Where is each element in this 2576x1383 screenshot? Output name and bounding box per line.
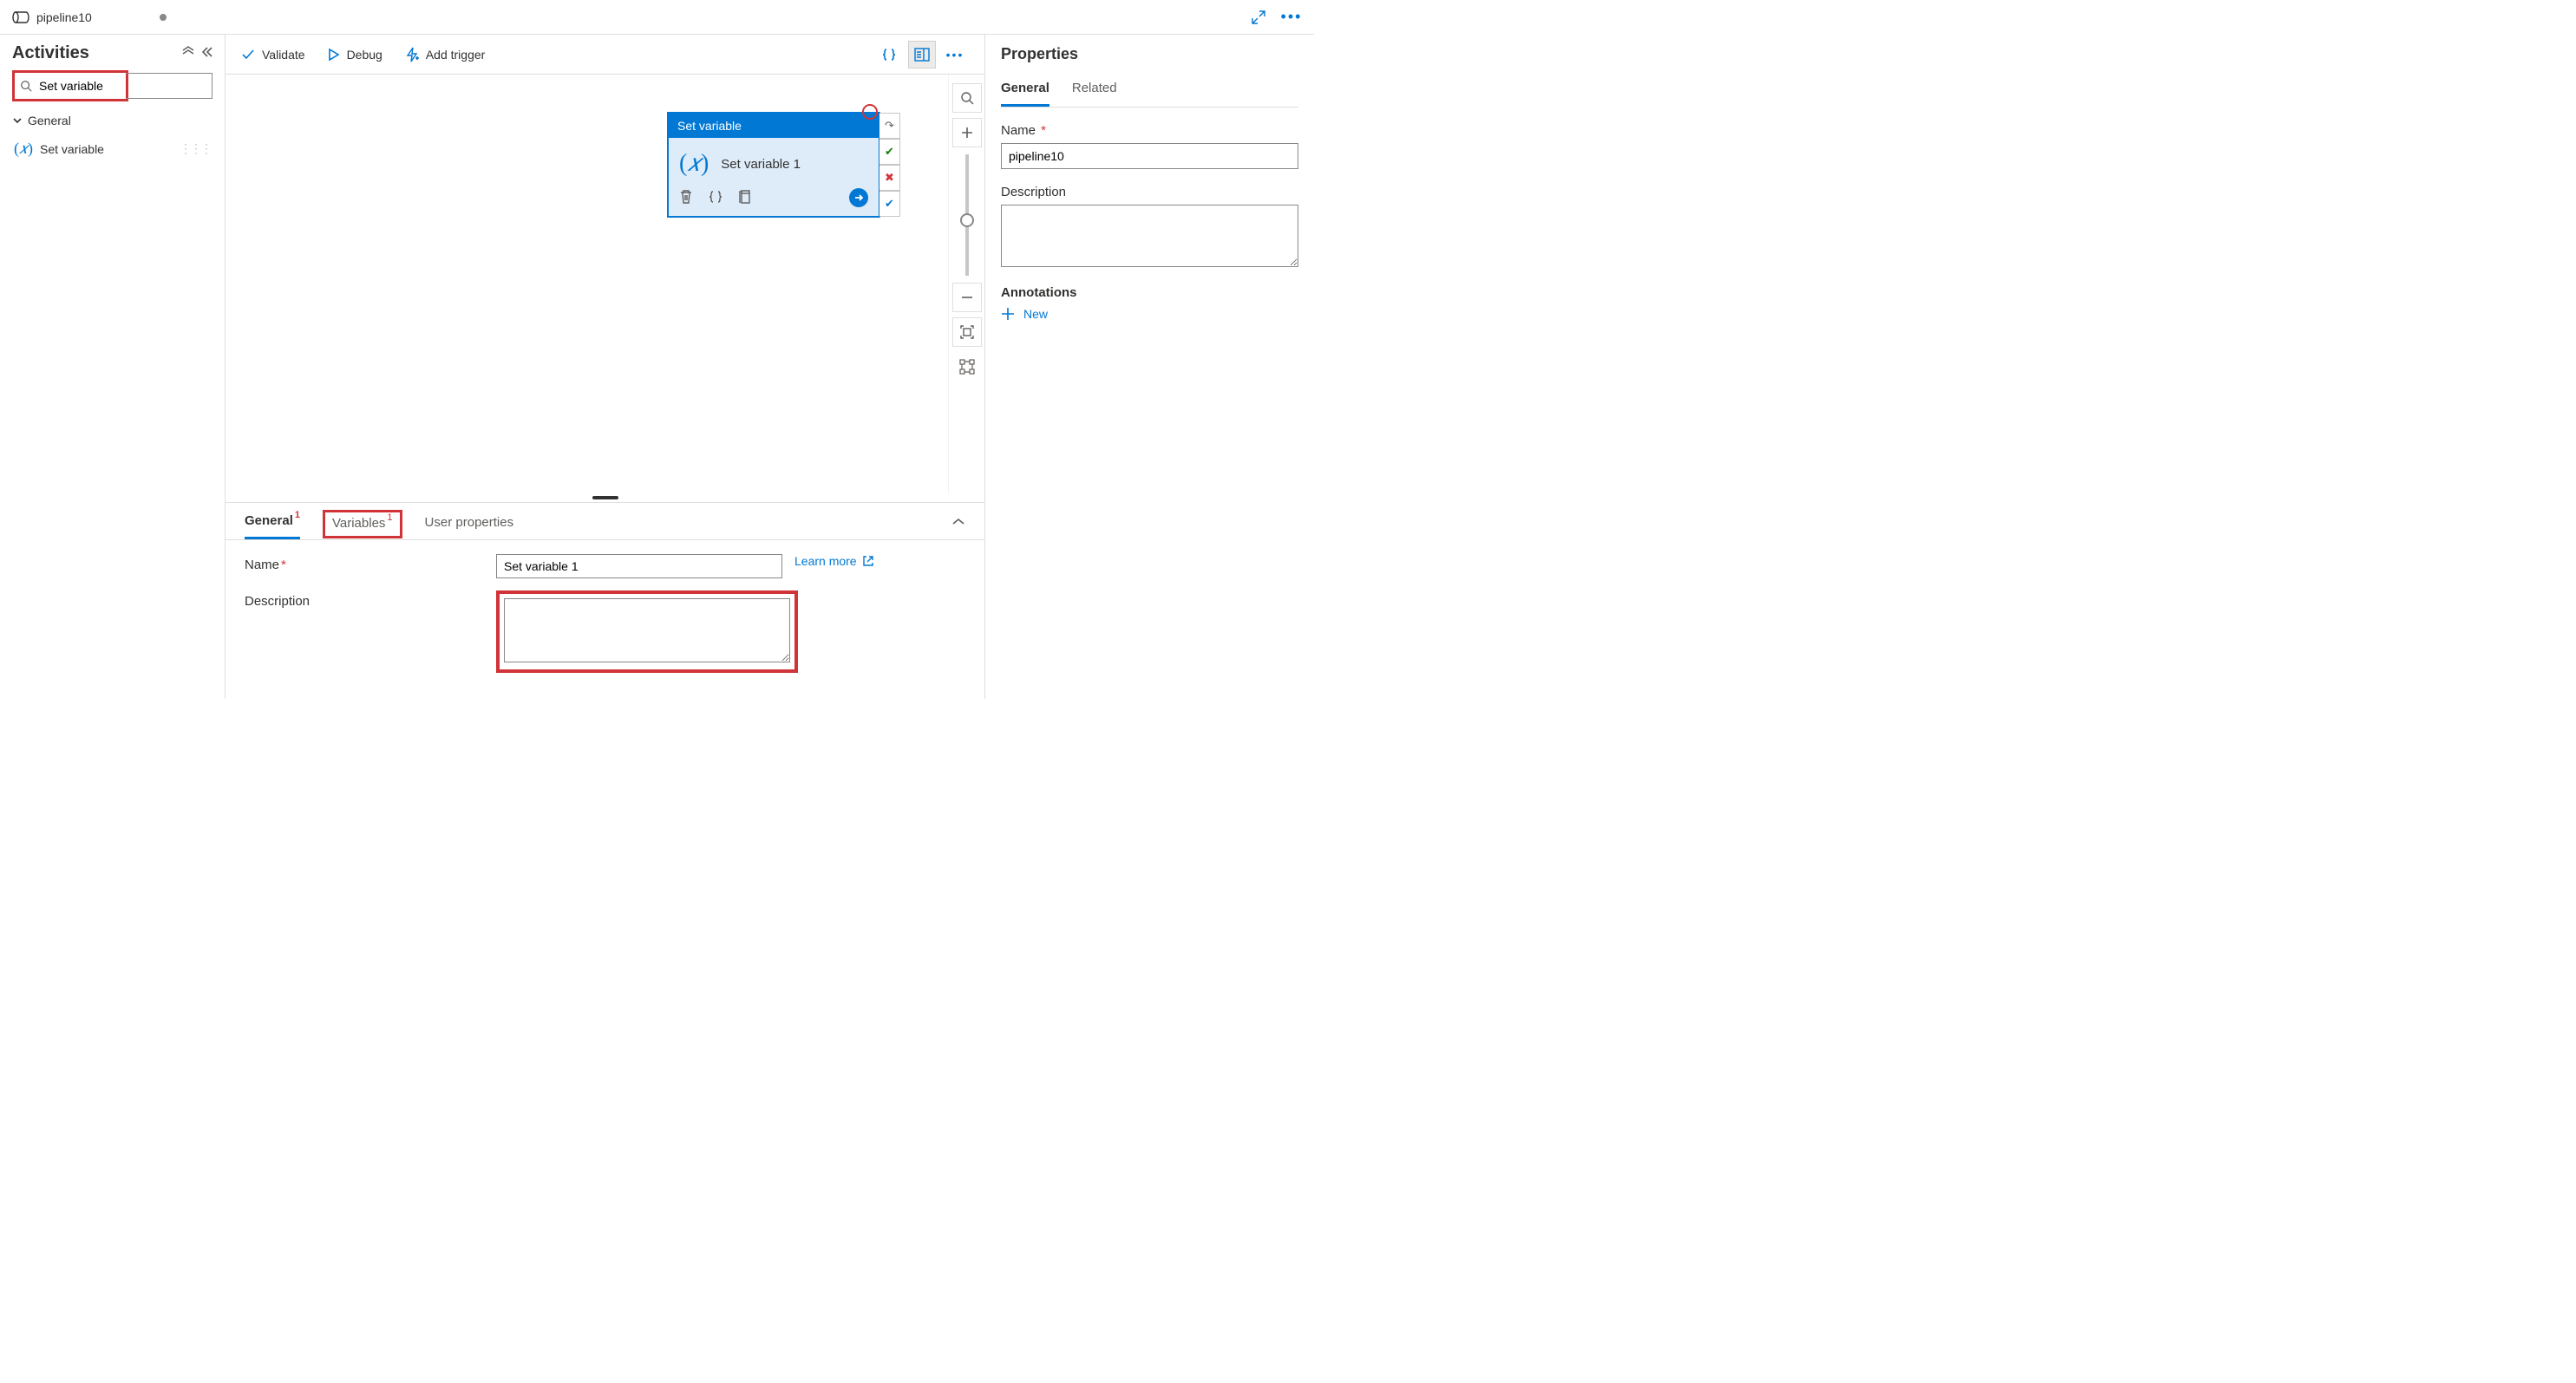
annotations-label: Annotations	[1001, 285, 1298, 300]
activity-item-set-variable[interactable]: (𝑥) Set variable ⋮⋮⋮	[12, 136, 212, 161]
activity-description-label: Description	[245, 590, 496, 609]
dirty-indicator-icon	[160, 14, 167, 21]
port-skip[interactable]: ↷	[879, 113, 900, 139]
collapse-panel-icon[interactable]	[200, 46, 212, 61]
props-tab-general[interactable]: General	[1001, 77, 1049, 107]
properties-toggle-button[interactable]	[908, 41, 936, 68]
canvas-search-button[interactable]	[952, 83, 982, 113]
tab-variables-label: Variables	[332, 516, 385, 531]
validate-label: Validate	[262, 48, 305, 62]
learn-more-link[interactable]: Learn more	[794, 554, 874, 568]
properties-panel: Properties General Related Name * Descri…	[984, 35, 1314, 699]
learn-more-label: Learn more	[794, 554, 857, 568]
activities-panel: Activities .activities .search-outer	[0, 35, 226, 699]
zoom-controls	[948, 75, 984, 493]
search-highlight-box	[12, 70, 128, 101]
add-trigger-label: Add trigger	[426, 48, 485, 62]
arrow-right-icon[interactable]	[849, 188, 868, 207]
activities-title: Activities	[12, 43, 89, 63]
toolbar-more-button[interactable]: •••	[941, 41, 969, 68]
code-view-button[interactable]	[875, 41, 903, 68]
port-failure[interactable]: ✖	[879, 165, 900, 191]
panel-resize-handle[interactable]	[226, 493, 984, 502]
activity-node-ports: ↷ ✔ ✖ ✔	[879, 113, 900, 217]
search-icon	[20, 80, 32, 92]
pipeline-description-input[interactable]	[1001, 205, 1298, 267]
delete-icon[interactable]	[679, 189, 693, 207]
tab-user-properties[interactable]: User properties	[425, 510, 514, 538]
port-completion[interactable]: ✔	[879, 191, 900, 217]
variable-icon: (𝑥)	[679, 150, 709, 178]
props-tab-related[interactable]: Related	[1072, 77, 1117, 107]
check-icon	[241, 48, 255, 62]
zoom-slider-thumb[interactable]	[960, 213, 974, 227]
tab-general-badge: 1	[295, 510, 300, 520]
tab-general-label: General	[245, 513, 293, 528]
zoom-out-button[interactable]	[952, 283, 982, 312]
properties-icon	[914, 48, 930, 62]
center-workspace: Validate Debug Add trigger •••	[226, 35, 984, 699]
tab-user-properties-label: User properties	[425, 515, 514, 530]
add-annotation-button[interactable]: New	[1001, 307, 1298, 321]
drag-handle-icon[interactable]: ⋮⋮⋮	[180, 141, 211, 156]
zoom-in-button[interactable]	[952, 118, 982, 147]
braces-icon	[881, 48, 897, 62]
editor-tabbar: pipeline10 •••	[0, 0, 1314, 35]
activity-item-label: Set variable	[40, 142, 104, 156]
variable-icon: (𝑥)	[14, 140, 33, 158]
activities-group-general[interactable]: General	[12, 114, 212, 127]
pipeline-description-label: Description	[1001, 185, 1298, 199]
collapse-panel-icon[interactable]	[951, 516, 965, 532]
plus-icon	[1001, 307, 1015, 321]
pipeline-canvas[interactable]: Set variable (𝑥) Set variable 1	[226, 75, 948, 493]
debug-button[interactable]: Debug	[328, 48, 382, 62]
activities-search-input[interactable]	[37, 78, 119, 94]
trigger-icon	[405, 47, 419, 62]
more-icon[interactable]: •••	[1279, 5, 1304, 29]
activity-name-input[interactable]	[496, 554, 782, 578]
activity-description-input[interactable]	[504, 598, 790, 662]
activities-group-label: General	[28, 114, 71, 127]
debug-label: Debug	[347, 48, 382, 62]
pipeline-toolbar: Validate Debug Add trigger •••	[226, 35, 984, 75]
zoom-fit-button[interactable]	[952, 317, 982, 347]
expand-icon[interactable]	[1246, 5, 1271, 29]
add-trigger-button[interactable]: Add trigger	[405, 47, 485, 62]
play-icon	[328, 48, 340, 62]
copy-icon[interactable]	[738, 189, 752, 207]
external-link-icon	[862, 555, 874, 567]
activity-name-label: Name*	[245, 554, 496, 572]
activity-node-set-variable[interactable]: Set variable (𝑥) Set variable 1	[668, 113, 879, 217]
description-highlight-box	[496, 590, 798, 673]
editor-tab-pipeline[interactable]: pipeline10	[0, 0, 179, 35]
tab-variables[interactable]: Variables1	[323, 510, 402, 538]
editor-tab-title: pipeline10	[36, 10, 92, 24]
validate-button[interactable]: Validate	[241, 48, 305, 62]
highlight-circle-icon	[862, 104, 878, 120]
pipeline-name-label: Name *	[1001, 123, 1298, 138]
activity-settings-panel: General1 Variables1 User properties Name…	[226, 502, 984, 699]
tab-general[interactable]: General1	[245, 508, 300, 539]
activity-node-type: Set variable	[669, 114, 879, 138]
activity-node-name: Set variable 1	[721, 157, 801, 172]
port-success[interactable]: ✔	[879, 139, 900, 165]
add-annotation-label: New	[1023, 307, 1048, 321]
code-icon[interactable]	[709, 190, 722, 206]
collapse-all-icon[interactable]	[181, 46, 195, 61]
autolayout-button[interactable]	[952, 352, 982, 382]
tab-variables-badge: 1	[387, 512, 392, 523]
pipeline-icon	[12, 10, 29, 24]
chevron-down-icon	[12, 115, 23, 126]
properties-title: Properties	[1001, 45, 1298, 63]
pipeline-name-input[interactable]	[1001, 143, 1298, 169]
zoom-slider[interactable]	[965, 154, 969, 276]
